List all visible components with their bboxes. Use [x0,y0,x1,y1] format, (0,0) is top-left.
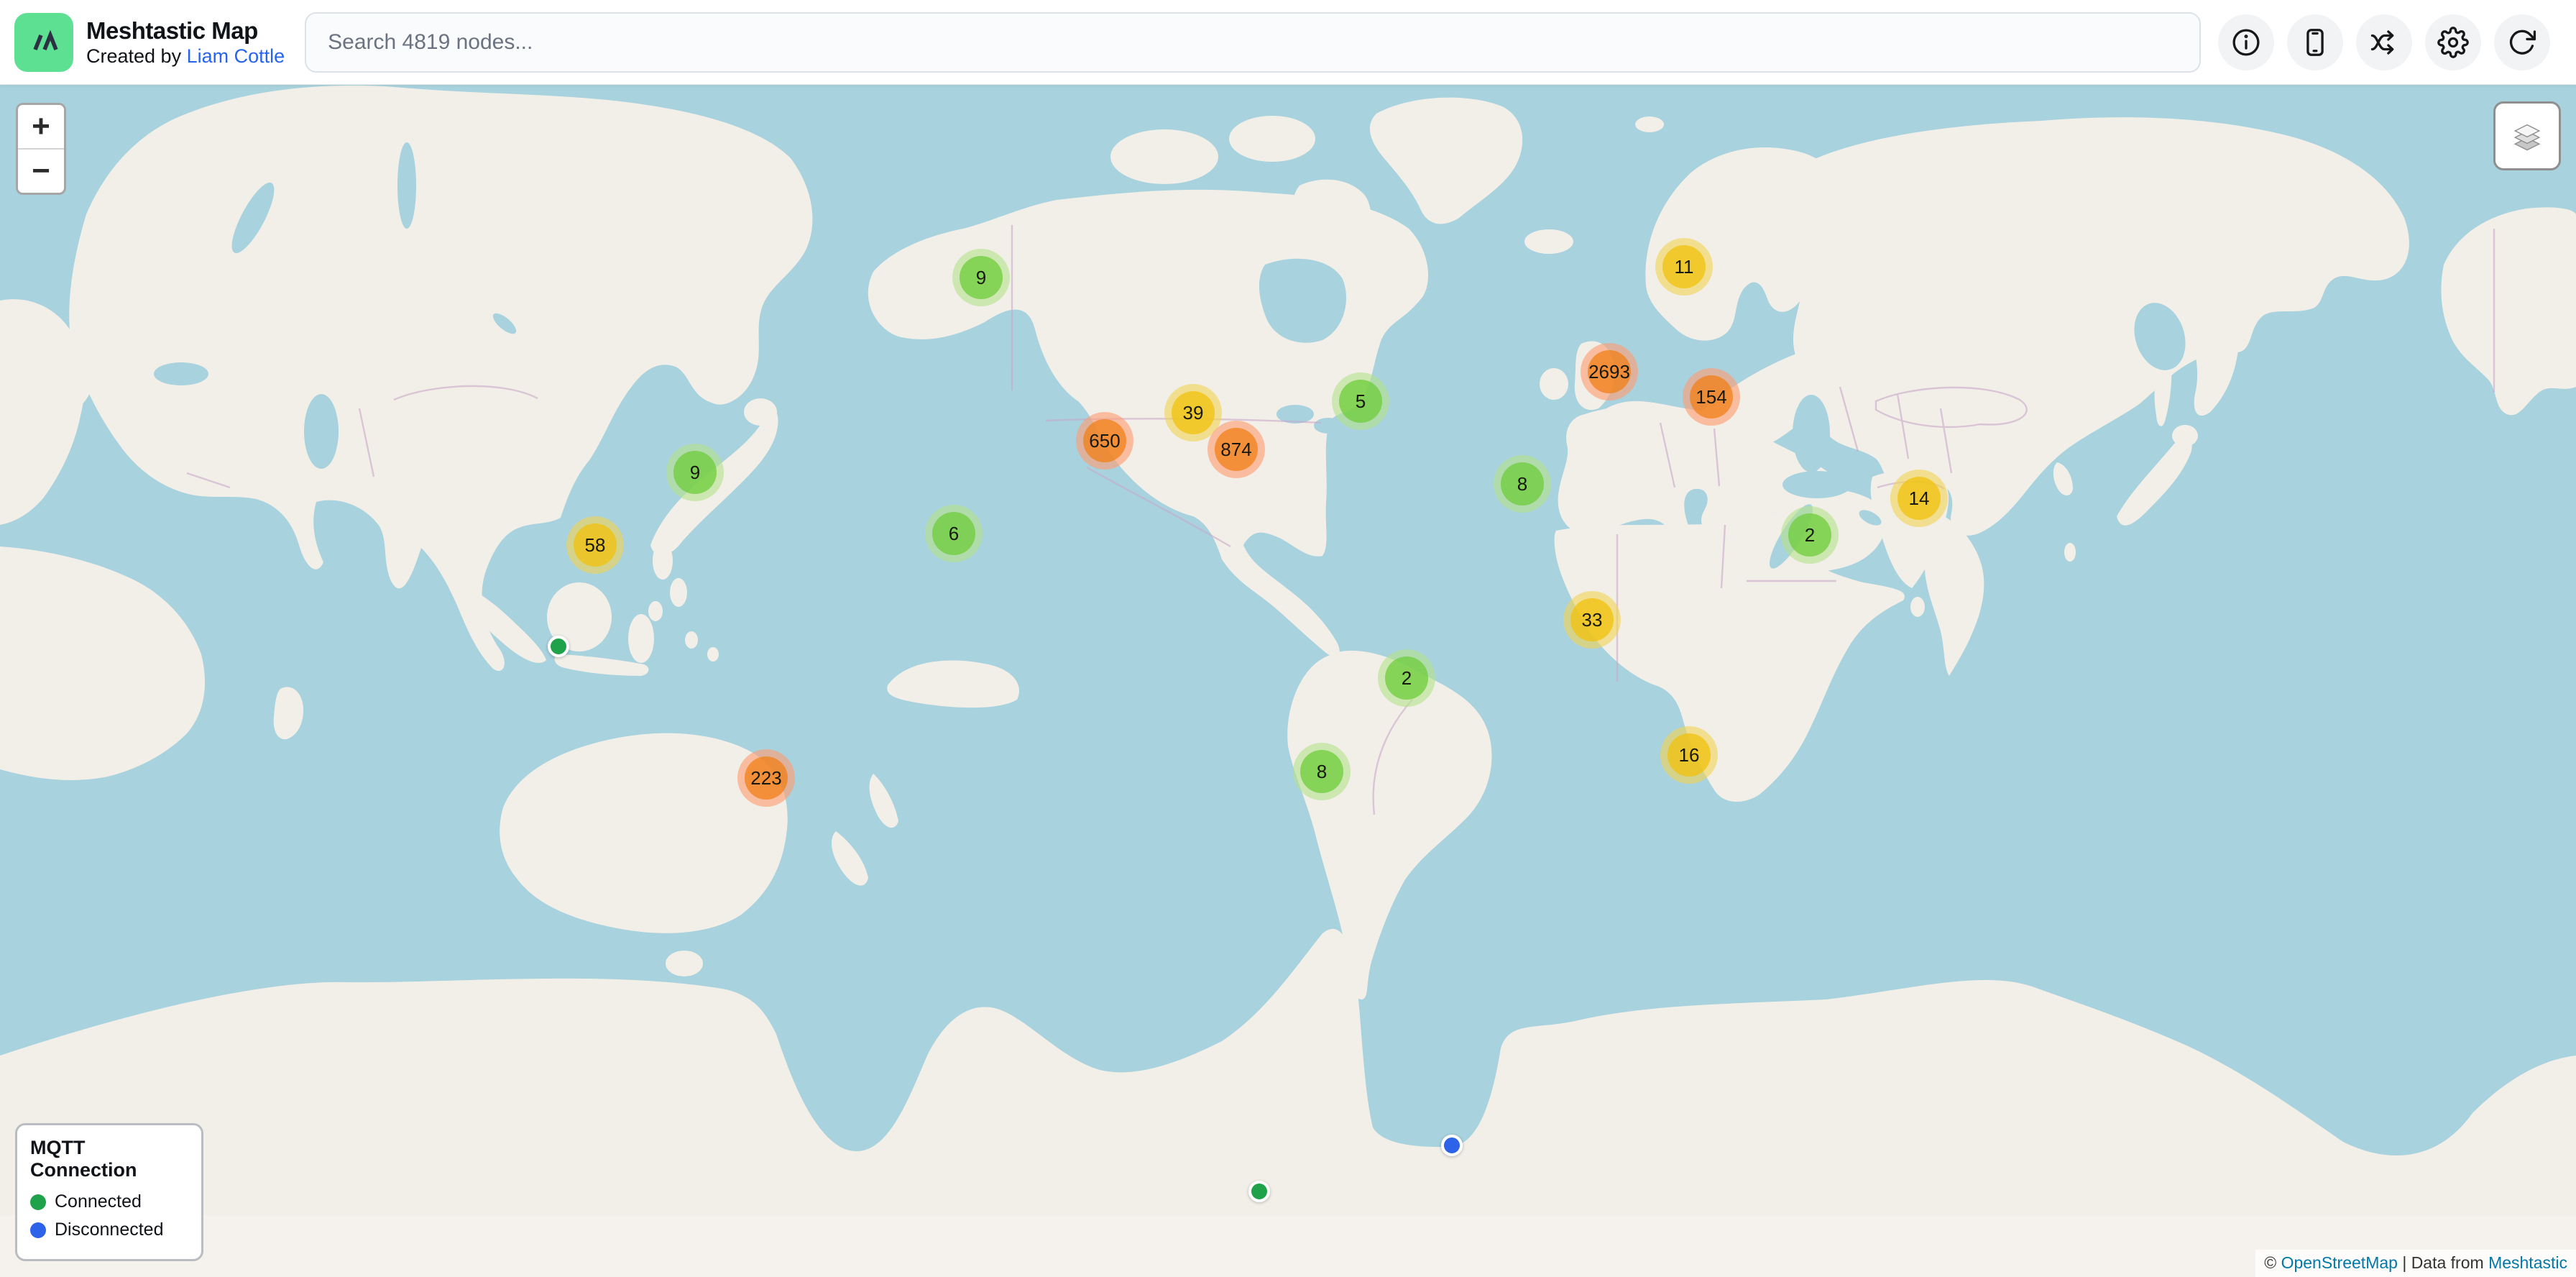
cluster-marker[interactable]: 14 [1890,470,1948,527]
cluster-count: 5 [1339,380,1382,423]
byline: Created by Liam Cottle [86,45,285,68]
cluster-count: 6 [932,512,975,555]
top-bar: Meshtastic Map Created by Liam Cottle [0,0,2576,85]
cluster-count: 8 [1501,462,1544,505]
layers-control[interactable] [2493,101,2561,170]
refresh-button[interactable] [2494,14,2550,70]
cluster-count: 16 [1668,733,1711,777]
cluster-marker[interactable]: 223 [737,749,795,807]
header-actions [2218,14,2550,70]
cluster-marker[interactable]: 8 [1293,743,1351,800]
cluster-marker[interactable]: 2 [1378,649,1435,707]
cluster-count: 9 [960,256,1003,299]
mobile-app-button[interactable] [2287,14,2343,70]
cluster-marker[interactable]: 154 [1683,368,1740,426]
gear-icon [2437,27,2469,58]
markers-layer: 9 39 650 874 5 2693 154 11 8 2 14 33 16 2 8 223 58 9 6 [0,85,2576,1277]
legend-title: MQTT Connection [30,1137,188,1181]
cluster-marker[interactable]: 2 [1781,506,1839,564]
cluster-count: 14 [1898,477,1941,520]
cluster-marker[interactable]: 11 [1655,238,1713,296]
brand: Meshtastic Map Created by Liam Cottle [14,13,285,72]
cluster-marker[interactable]: 58 [566,516,624,574]
attribution-prefix: © [2264,1253,2281,1272]
map-canvas[interactable]: 9 39 650 874 5 2693 154 11 8 2 14 33 16 2 8 223 58 9 6 + −… [0,85,2576,1277]
info-button[interactable] [2218,14,2274,70]
cluster-marker[interactable]: 2693 [1581,343,1638,401]
legend-label-connected: Connected [55,1191,142,1212]
node-marker-disconnected[interactable] [1441,1135,1463,1156]
settings-button[interactable] [2425,14,2481,70]
zoom-control: + − [16,103,66,195]
zoom-in-button[interactable]: + [18,105,64,148]
cluster-count: 2 [1385,656,1428,700]
attribution-middle: | Data from [2398,1253,2488,1272]
mqtt-legend: MQTT Connection Connected Disconnected [15,1123,203,1261]
disconnected-dot [30,1222,46,1238]
cluster-marker[interactable]: 650 [1076,412,1133,470]
cluster-marker[interactable]: 8 [1494,455,1551,513]
smartphone-icon [2299,27,2331,58]
cluster-count: 9 [673,451,717,494]
map-attribution: © OpenStreetMap | Data from Meshtastic [2255,1250,2576,1277]
random-node-button[interactable] [2356,14,2412,70]
cluster-marker[interactable]: 16 [1660,726,1718,784]
refresh-icon [2506,27,2538,58]
meshtastic-logo-icon [14,13,73,72]
page-title: Meshtastic Map [86,17,285,45]
osm-link[interactable]: OpenStreetMap [2281,1253,2398,1272]
cluster-marker[interactable]: 9 [952,249,1010,306]
connected-dot [30,1194,46,1210]
cluster-count: 2693 [1588,350,1631,393]
cluster-count: 154 [1690,375,1733,418]
node-marker-connected[interactable] [548,636,569,657]
cluster-count: 223 [745,756,788,800]
cluster-marker[interactable]: 33 [1563,591,1621,649]
cluster-count: 8 [1300,750,1343,793]
meshtastic-link[interactable]: Meshtastic [2488,1253,2567,1272]
cluster-count: 874 [1215,428,1258,471]
shuffle-icon [2368,27,2400,58]
cluster-marker[interactable]: 6 [925,505,983,562]
brand-text: Meshtastic Map Created by Liam Cottle [86,17,285,68]
node-marker-connected[interactable] [1248,1181,1270,1202]
search-input[interactable] [305,12,2201,73]
cluster-marker[interactable]: 874 [1208,421,1265,478]
author-link[interactable]: Liam Cottle [187,45,285,67]
cluster-count: 650 [1083,419,1126,462]
legend-item-connected: Connected [30,1191,188,1212]
zoom-out-button[interactable]: − [18,150,64,193]
legend-item-disconnected: Disconnected [30,1219,188,1240]
cluster-count: 11 [1662,245,1706,288]
cluster-marker[interactable]: 5 [1332,372,1389,430]
byline-prefix: Created by [86,45,187,67]
cluster-marker[interactable]: 9 [666,444,724,501]
cluster-count: 39 [1172,391,1215,434]
layers-icon [2507,116,2547,156]
cluster-count: 58 [574,523,617,567]
cluster-count: 33 [1570,598,1614,641]
legend-label-disconnected: Disconnected [55,1219,163,1240]
info-icon [2230,27,2262,58]
cluster-count: 2 [1788,513,1831,557]
